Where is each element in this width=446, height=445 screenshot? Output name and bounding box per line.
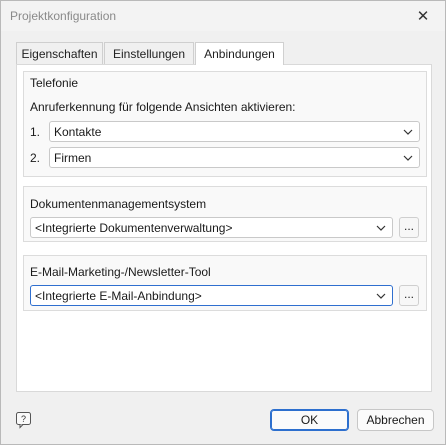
caller-id-view-2-select[interactable]: Firmen <box>49 147 420 168</box>
caller-id-caption: Anruferkennung für folgende Ansichten ak… <box>30 100 296 114</box>
cancel-button[interactable]: Abbrechen <box>357 409 434 431</box>
dms-group-label: Dokumentenmanagementsystem <box>30 197 207 211</box>
select-value: Firmen <box>54 151 92 165</box>
tab-label: Anbindungen <box>204 47 275 61</box>
close-button[interactable]: ✕ <box>401 1 445 31</box>
email-marketing-browse-button[interactable]: ... <box>399 285 419 306</box>
tab-eigenschaften[interactable]: Eigenschaften <box>16 42 103 64</box>
email-marketing-group-label: E-Mail-Marketing-/Newsletter-Tool <box>30 265 211 279</box>
row-number-2: 2. <box>30 151 41 165</box>
email-marketing-select[interactable]: <Integrierte E-Mail-Anbindung> <box>30 285 393 306</box>
telefonie-group: Telefonie Anruferkennung für folgende An… <box>23 71 427 177</box>
window-title: Projektkonfiguration <box>10 9 117 23</box>
dms-select[interactable]: <Integrierte Dokumentenverwaltung> <box>30 217 393 238</box>
select-value: <Integrierte Dokumentenverwaltung> <box>35 221 233 235</box>
dialog-window: Projektkonfiguration ✕ Eigenschaften Ein… <box>0 0 446 445</box>
help-button[interactable]: ? <box>15 411 33 429</box>
title-bar: Projektkonfiguration ✕ <box>1 1 445 31</box>
chevron-down-icon <box>376 293 386 299</box>
help-icon: ? <box>16 412 31 429</box>
select-value: Kontakte <box>54 125 102 139</box>
tab-anbindungen[interactable]: Anbindungen <box>195 42 284 65</box>
caller-id-view-1-select[interactable]: Kontakte <box>49 121 420 142</box>
dms-browse-button[interactable]: ... <box>399 217 419 238</box>
close-icon: ✕ <box>416 8 430 25</box>
chevron-down-icon <box>403 155 413 161</box>
ok-button[interactable]: OK <box>270 409 349 431</box>
chevron-down-icon <box>376 225 386 231</box>
tab-einstellungen[interactable]: Einstellungen <box>104 42 194 64</box>
chevron-down-icon <box>403 129 413 135</box>
email-marketing-group: E-Mail-Marketing-/Newsletter-Tool <Integ… <box>23 255 427 311</box>
dms-group: Dokumentenmanagementsystem <Integrierte … <box>23 186 427 242</box>
svg-text:?: ? <box>21 414 26 424</box>
row-number-1: 1. <box>30 125 41 139</box>
telefonie-group-label: Telefonie <box>30 76 79 90</box>
tab-label: Eigenschaften <box>21 47 98 61</box>
select-value: <Integrierte E-Mail-Anbindung> <box>35 289 202 303</box>
tab-label: Einstellungen <box>112 47 186 61</box>
tab-panel-anbindungen: Telefonie Anruferkennung für folgende An… <box>16 64 432 392</box>
